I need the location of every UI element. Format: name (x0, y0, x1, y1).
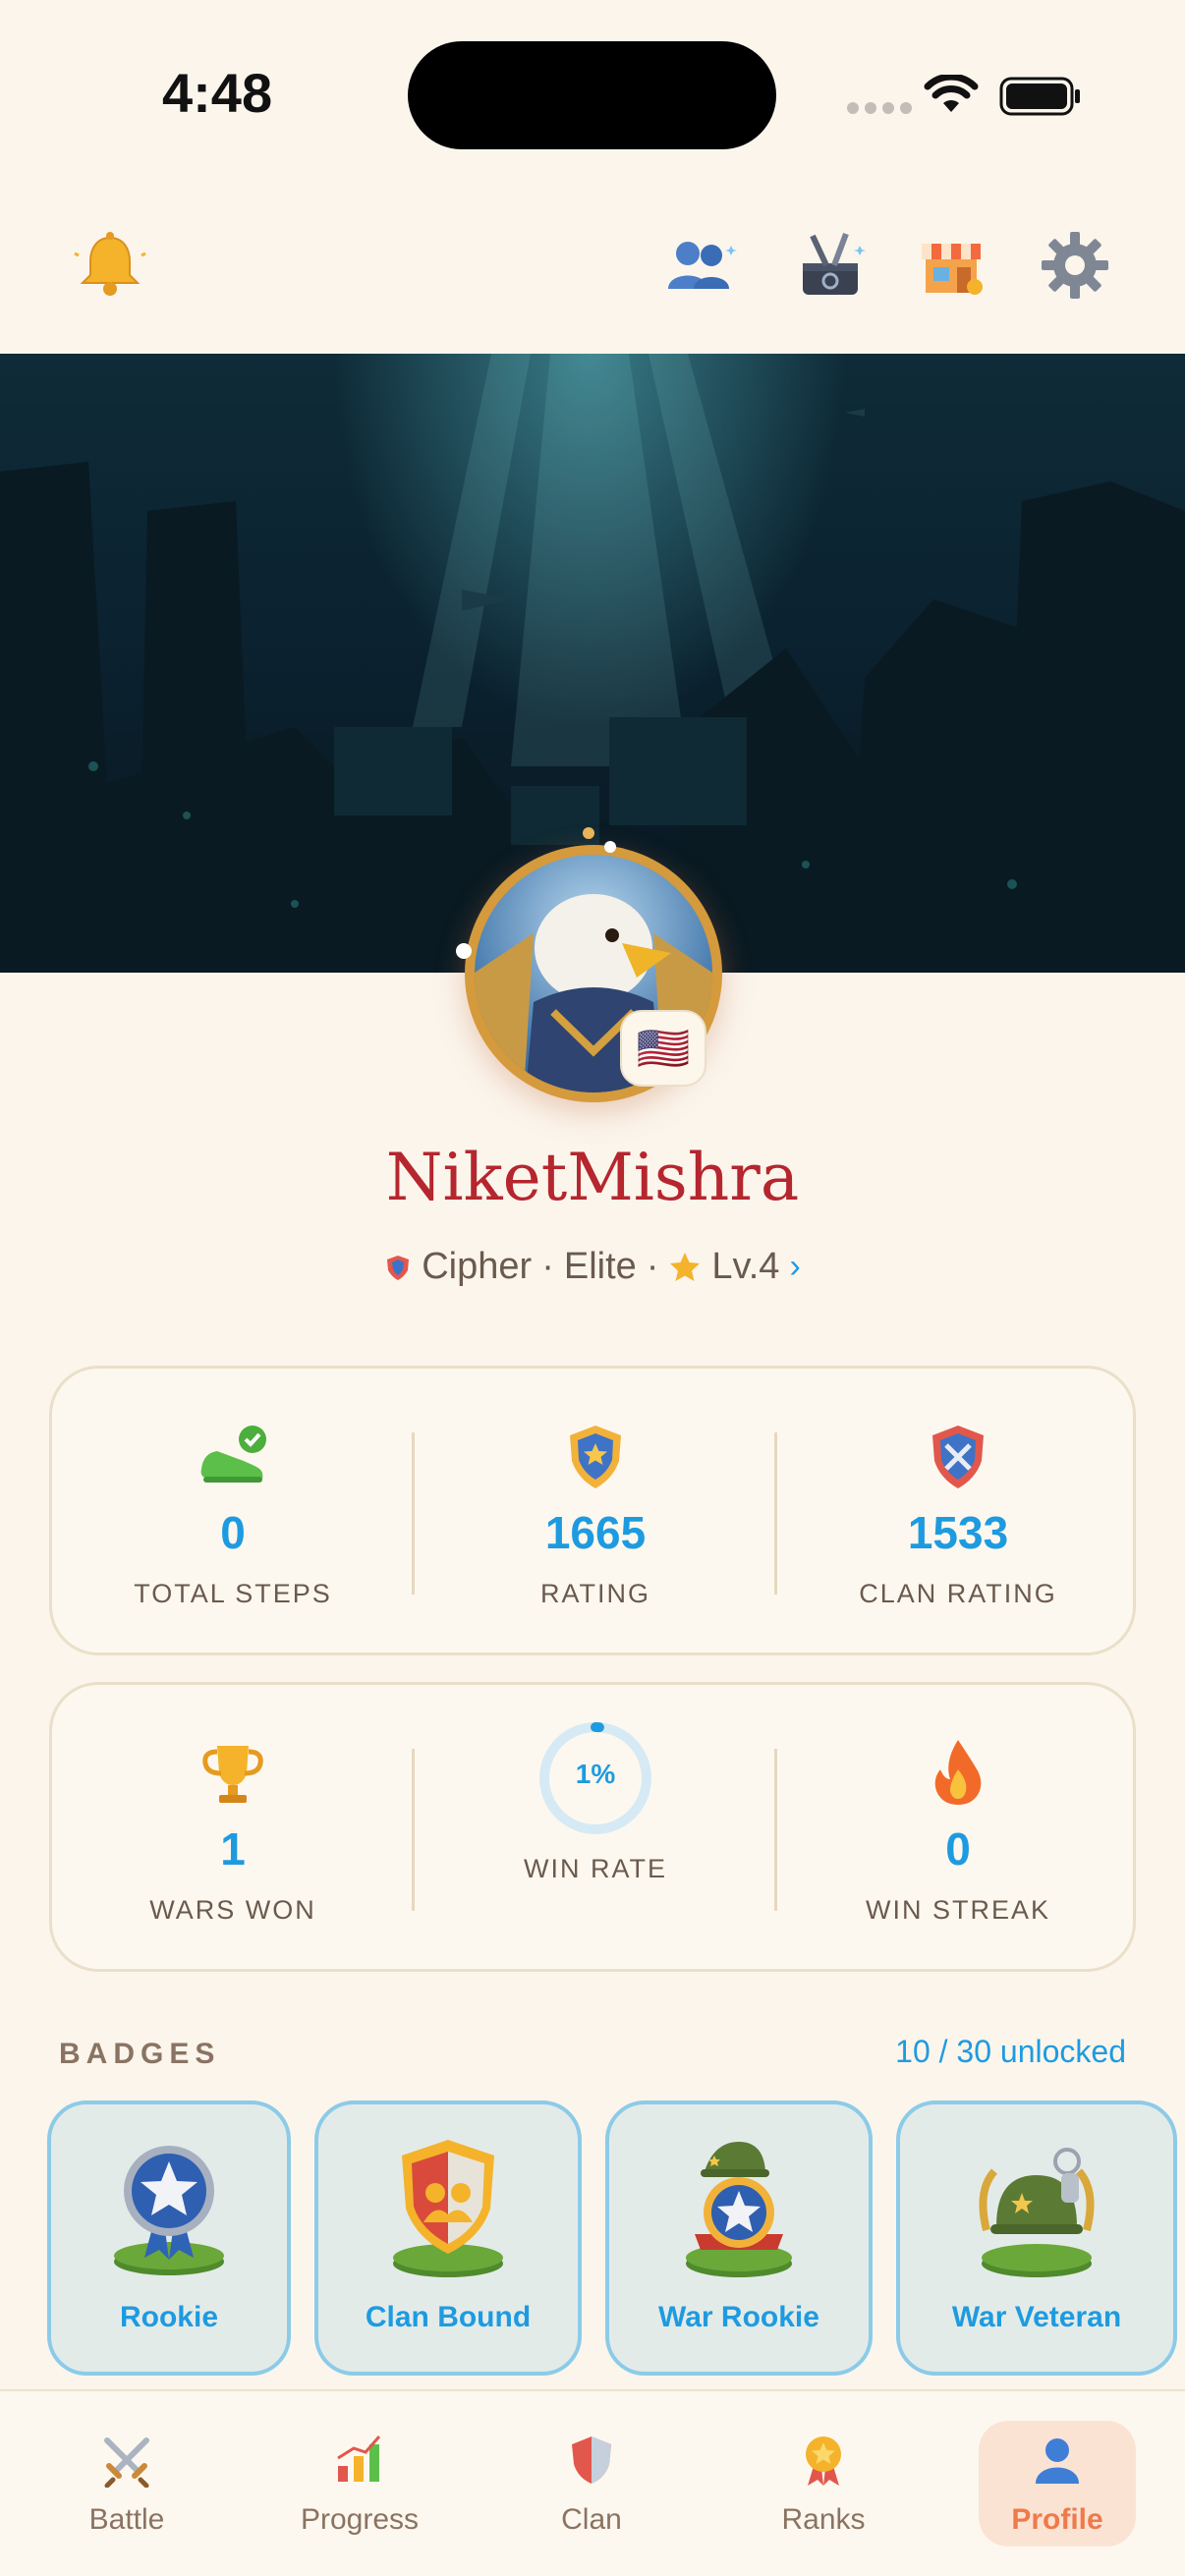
rank-name: Elite (563, 1246, 637, 1287)
nav-label: Clan (561, 2503, 622, 2536)
bottom-nav: Battle Progress Clan Ranks Profile (0, 2389, 1185, 2576)
dynamic-island (408, 41, 776, 149)
clan-name: Cipher (422, 1246, 533, 1287)
nav-label: Battle (88, 2503, 165, 2536)
stat-value: 1665 (544, 1507, 647, 1558)
nav-profile[interactable]: Profile (959, 2391, 1156, 2576)
stats-card-primary: 0 TOTAL STEPS 1665 RATING 1533 CLAN RATI… (49, 1366, 1136, 1655)
separator: · (646, 1246, 659, 1287)
status-bar: 4:48 (0, 0, 1185, 187)
trophy-icon (202, 1746, 263, 1803)
chevron-right-icon: › (789, 1248, 801, 1285)
status-time: 4:48 (162, 62, 273, 124)
war-veteran-helmet-icon (979, 2148, 1095, 2277)
battery-icon (999, 77, 1080, 116)
bell-icon[interactable] (71, 226, 149, 305)
stat-label: TOTAL STEPS (134, 1579, 332, 1608)
username: NiketMishra (385, 1140, 800, 1215)
crossed-swords-icon (104, 2437, 149, 2488)
rookie-medal-icon (114, 2146, 224, 2275)
person-icon (1036, 2438, 1079, 2484)
nav-clan[interactable]: Clan (493, 2391, 690, 2576)
stat-value: 0 (945, 1823, 971, 1875)
stat-win-streak: 0 WIN STREAK (777, 1685, 1139, 1975)
clan-emblem-icon (387, 1255, 410, 1280)
stat-label: WIN STREAK (865, 1895, 1050, 1925)
stat-value: 1% (575, 1759, 616, 1789)
shoe-check-icon (200, 1426, 266, 1483)
nav-label: Ranks (781, 2503, 866, 2536)
war-rookie-helmet-icon (686, 2142, 792, 2277)
badges-title: BADGES (59, 2038, 221, 2070)
win-rate-ring: 1% (536, 1719, 654, 1837)
avatar[interactable]: 🇺🇸 (456, 827, 722, 1102)
badge-war-veteran[interactable]: War Veteran (896, 2100, 1177, 2376)
badge-name: War Veteran (951, 2301, 1122, 2333)
medal-icon (806, 2436, 841, 2486)
shield-icon (572, 2436, 611, 2484)
wifi-icon (924, 75, 979, 112)
stat-rating: 1665 RATING (415, 1369, 776, 1658)
level: Lv.4 (711, 1246, 780, 1287)
badge-name: Rookie (119, 2301, 219, 2333)
stat-label: WARS WON (149, 1895, 316, 1925)
badge-name: War Rookie (658, 2301, 819, 2333)
stat-clan-rating: 1533 CLAN RATING (777, 1369, 1139, 1658)
settings-icon[interactable] (1036, 226, 1114, 305)
stat-value: 0 (220, 1507, 246, 1558)
stat-total-steps: 0 TOTAL STEPS (52, 1369, 414, 1658)
friends-icon[interactable] (660, 226, 739, 305)
badge-war-rookie[interactable]: War Rookie (605, 2100, 873, 2376)
shield-star-icon (570, 1426, 621, 1488)
signal-icon (847, 102, 912, 114)
bar-chart-icon (337, 2436, 381, 2482)
badge-rookie[interactable]: Rookie (47, 2100, 291, 2376)
shop-icon[interactable] (912, 226, 990, 305)
star-icon (670, 1252, 701, 1281)
stat-value: 1533 (907, 1507, 1009, 1558)
badge-clan-bound[interactable]: Clan Bound (314, 2100, 582, 2376)
fire-icon (934, 1740, 982, 1805)
stat-win-rate: 1% WIN RATE (415, 1685, 776, 1975)
clan-bound-shield-icon (393, 2140, 503, 2277)
nav-ranks[interactable]: Ranks (725, 2391, 922, 2576)
stat-label: CLAN RATING (859, 1579, 1057, 1608)
badge-name: Clan Bound (365, 2301, 532, 2333)
badges-unlocked-count[interactable]: 10 / 30 unlocked (895, 2034, 1126, 2070)
stat-value: 1 (220, 1823, 246, 1875)
clan-rank-level-line[interactable]: Cipher · Elite · Lv.4 › (0, 1246, 1185, 1288)
country-flag: 🇺🇸 (620, 1010, 706, 1087)
toolbox-icon[interactable] (791, 226, 870, 305)
nav-progress[interactable]: Progress (261, 2391, 458, 2576)
nav-label: Profile (1011, 2503, 1103, 2536)
separator: · (541, 1246, 554, 1287)
stat-label: WIN RATE (524, 1854, 667, 1883)
nav-battle[interactable]: Battle (28, 2391, 225, 2576)
stats-card-wars: 1 WARS WON 1% WIN RATE 0 WIN STREAK (49, 1682, 1136, 1972)
clan-shield-icon (932, 1426, 984, 1488)
stat-label: RATING (540, 1579, 650, 1608)
nav-label: Progress (300, 2503, 420, 2536)
stat-wars-won: 1 WARS WON (52, 1685, 414, 1975)
